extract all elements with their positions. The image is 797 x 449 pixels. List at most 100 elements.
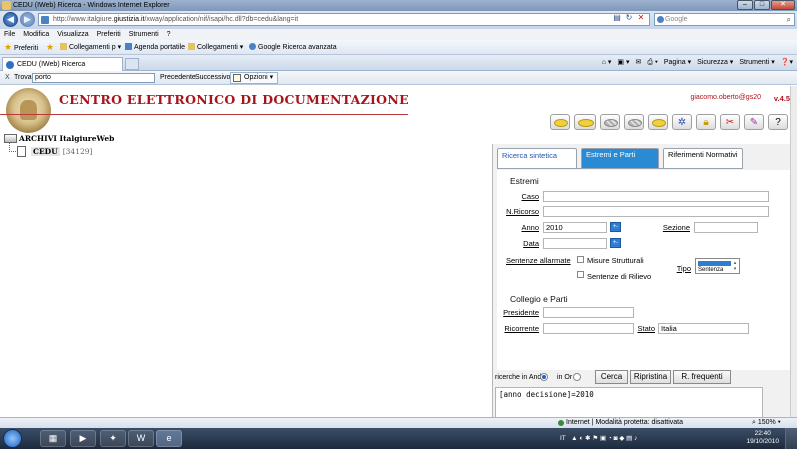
new-tab-button[interactable] <box>125 58 139 70</box>
page-scrollbar[interactable] <box>790 86 797 425</box>
spinner-icon[interactable]: ▴ ▾ <box>732 260 738 273</box>
find-label: Trova: <box>14 74 34 81</box>
mail-icon[interactable]: ✉ <box>635 55 641 70</box>
cmd-sicurezza[interactable]: Sicurezza ▾ <box>697 55 733 70</box>
menu-help[interactable]: ? <box>164 29 174 40</box>
stop-icon[interactable]: ✕ <box>636 13 646 23</box>
tool-button-8[interactable]: ✂ <box>720 114 740 130</box>
search-placeholder: Google <box>665 16 688 23</box>
menu-file[interactable]: File <box>0 29 18 40</box>
label-data: Data <box>523 239 539 248</box>
cmd-pagina[interactable]: Pagina ▾ <box>664 55 691 70</box>
home-icon[interactable]: ⌂ ▾ <box>602 55 612 70</box>
stato-input[interactable]: Italia <box>658 323 749 334</box>
rss-icon[interactable]: ▣ ▾ <box>617 55 629 70</box>
and-radio[interactable] <box>540 373 548 381</box>
query-textarea[interactable]: [anno decisione]=2010 <box>495 387 763 420</box>
tool-button-2[interactable] <box>574 114 596 130</box>
rilievo-checkbox[interactable] <box>577 271 584 278</box>
tipo-highlight <box>698 261 731 266</box>
tool-button-help[interactable]: ? <box>768 114 788 130</box>
search-input[interactable]: Google ⌕ <box>654 13 795 26</box>
menu-visualizza[interactable]: Visualizza <box>54 29 91 40</box>
app-title: CENTRO ELETTRONICO DI DOCUMENTAZIONE <box>59 92 409 107</box>
search-panel: Ricerca sintetica Estremi e Parti Riferi… <box>492 144 795 425</box>
menu-modifica[interactable]: Modifica <box>20 29 52 40</box>
show-desktop-button[interactable] <box>785 428 797 449</box>
menu-preferiti[interactable]: Preferiti <box>94 29 124 40</box>
favorites-button[interactable]: ★ Preferiti <box>4 40 38 56</box>
tab-ricerca-sintetica[interactable]: Ricerca sintetica <box>497 148 577 168</box>
url-suffix: /xway/application/nif/isapi/hc.dll?db=ce… <box>144 16 299 23</box>
maximize-button[interactable]: □ <box>754 0 770 10</box>
browser-tab[interactable]: CEDU (IWeb) Ricerca <box>2 57 123 71</box>
language-indicator[interactable]: IT <box>560 435 566 442</box>
anno-input[interactable]: 2010 <box>543 222 607 233</box>
close-button[interactable]: ✕ <box>771 0 795 10</box>
taskbar-word-icon[interactable]: W <box>128 430 154 447</box>
tool-button-5[interactable] <box>648 114 668 130</box>
fav-collegamenti-p[interactable]: Collegamenti p ▾ <box>60 40 121 55</box>
taskbar-ie-icon[interactable]: e <box>156 430 182 447</box>
print-icon[interactable]: ⎙ ▾ <box>647 55 658 70</box>
label-sezione: Sezione <box>662 223 690 232</box>
tool-button-4[interactable] <box>624 114 644 130</box>
fav-collegamenti[interactable]: Collegamenti ▾ <box>188 40 243 55</box>
label-caso: Caso <box>521 192 539 201</box>
system-clock[interactable]: 22:40 19/10/2010 <box>746 430 779 446</box>
address-input[interactable]: http://www.italgiure.giustizia.it/xway/a… <box>38 13 650 26</box>
find-close-button[interactable]: X <box>5 71 10 85</box>
cmd-strumenti[interactable]: Strumenti ▾ <box>739 55 774 70</box>
start-button[interactable] <box>3 429 22 448</box>
tool-button-6[interactable]: ✲ <box>672 114 692 130</box>
tree-root[interactable]: ARCHIVI ItalgiureWeb <box>4 134 114 144</box>
anno-range-button[interactable]: +- <box>610 222 621 232</box>
back-button[interactable]: ◀ <box>3 12 18 27</box>
find-options-button[interactable]: Opzioni ▾ <box>230 72 278 84</box>
forward-button[interactable]: ▶ <box>20 12 35 27</box>
search-icon[interactable]: ⌕ <box>787 14 791 25</box>
tipo-select[interactable]: Sentenza ▴ ▾ <box>695 258 740 274</box>
tab-estremi-e-parti[interactable]: Estremi e Parti <box>581 148 659 168</box>
windows-taskbar: ▦ ▶ ✦ W e IT ▲ ◐ ✱ ⚑ ▣ ◔ ◙ ◆ ▤ ♪ 22:40 1… <box>0 428 797 449</box>
clock-time: 22:40 <box>754 430 771 437</box>
taskbar-tools-icon[interactable]: ✦ <box>100 430 126 447</box>
cerca-button[interactable]: Cerca <box>595 370 628 384</box>
frequenti-button[interactable]: R. frequenti <box>673 370 731 384</box>
ricorso-input[interactable] <box>543 206 769 217</box>
fav-agenda[interactable]: Agenda portatile <box>125 40 185 55</box>
ie-tab-icon <box>6 61 14 69</box>
sezione-input[interactable] <box>694 222 758 233</box>
menu-strumenti[interactable]: Strumenti <box>126 29 162 40</box>
compat-view-icon[interactable]: ▤ <box>612 13 622 23</box>
data-range-button[interactable]: +- <box>610 238 621 248</box>
presidente-input[interactable] <box>543 307 634 318</box>
zoom-level[interactable]: ⌕ 150% ▾ <box>752 418 781 428</box>
find-input[interactable]: porto <box>32 73 155 83</box>
tool-button-3[interactable] <box>600 114 620 130</box>
ripristina-button[interactable]: Ripristina <box>630 370 671 384</box>
help-icon[interactable]: ❓▾ <box>781 55 793 70</box>
tool-button-7[interactable]: 🔒︎ <box>696 114 716 130</box>
fav-google[interactable]: Google Ricerca avanzata <box>249 40 337 55</box>
or-radio[interactable] <box>573 373 581 381</box>
refresh-icon[interactable]: ↻ <box>624 13 634 23</box>
tool-button-1[interactable] <box>550 114 570 130</box>
find-previous-button[interactable]: Precedente <box>160 71 196 85</box>
tab-riferimenti-normativi[interactable]: Riferimenti Normativi <box>663 148 743 168</box>
add-favorite-icon[interactable]: ★ <box>46 40 54 56</box>
ricorrente-input[interactable] <box>543 323 634 334</box>
taskbar-explorer-icon[interactable]: ▦ <box>40 430 66 447</box>
find-options-label: Opzioni <box>244 74 268 81</box>
find-next-button[interactable]: Successivo <box>195 71 230 85</box>
lock-icon: 🔒︎ <box>703 117 709 128</box>
tool-button-9[interactable]: ✎ <box>744 114 764 130</box>
find-bar: X Trova: porto Precedente Successivo Opz… <box>0 71 797 85</box>
taskbar-media-icon[interactable]: ▶ <box>70 430 96 447</box>
caso-input[interactable] <box>543 191 769 202</box>
minimize-button[interactable]: – <box>737 0 753 10</box>
misure-checkbox[interactable] <box>577 256 584 263</box>
label-ricorrente: Ricorrente <box>504 324 539 333</box>
data-input[interactable] <box>543 238 607 249</box>
tree-item-cedu[interactable]: CEDU [34129] <box>9 143 114 157</box>
